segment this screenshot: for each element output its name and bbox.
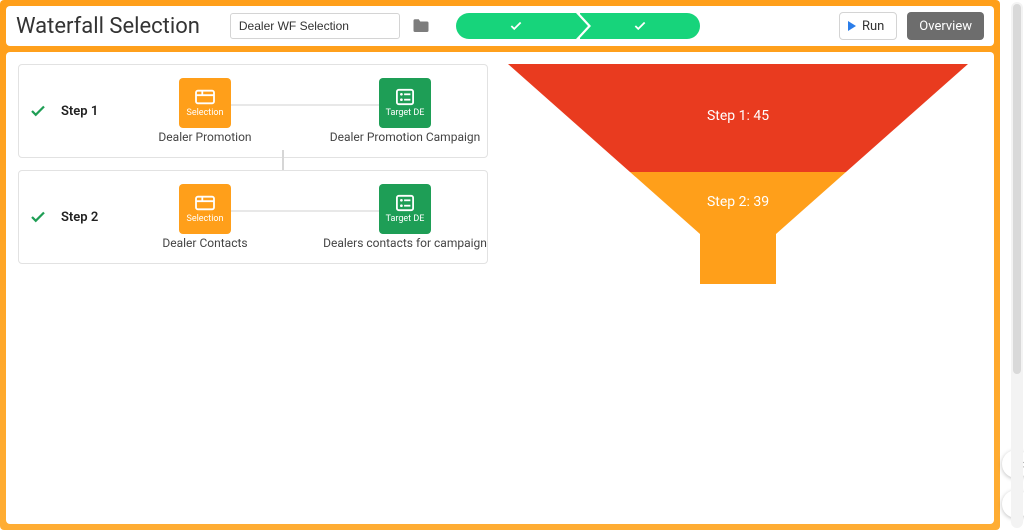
selection-node[interactable]: Selection Dealer Contacts: [135, 184, 275, 250]
content-panel: Step 1 Selection Dealer Promotion: [6, 52, 994, 524]
progress-step-2[interactable]: [580, 13, 700, 39]
folder-icon-button[interactable]: [410, 15, 432, 37]
funnel-segment-2: [630, 172, 846, 284]
step-label: Step 1: [61, 104, 121, 119]
target-de-node[interactable]: Target DE Dealers contacts for campaign: [335, 184, 475, 250]
target-de-icon: [394, 88, 416, 106]
funnel-label-1: Step 1: 45: [707, 108, 769, 124]
play-icon: [848, 21, 856, 31]
check-icon: [509, 19, 523, 33]
selection-name: Dealer Promotion: [158, 130, 251, 144]
target-de-tag: Target DE: [386, 214, 425, 224]
selection-tag: Selection: [186, 108, 223, 118]
check-icon: [29, 208, 47, 226]
target-de-tag: Target DE: [386, 108, 425, 118]
folder-icon: [412, 18, 430, 34]
step-card-1[interactable]: Step 1 Selection Dealer Promotion: [18, 64, 488, 158]
check-icon: [633, 19, 647, 33]
funnel-chart: Step 1: 45 Step 2: 39: [508, 64, 982, 512]
check-icon: [29, 102, 47, 120]
target-de-name: Dealer Promotion Campaign: [330, 130, 481, 144]
page-title: Waterfall Selection: [16, 14, 200, 39]
steps-column: Step 1 Selection Dealer Promotion: [18, 64, 488, 512]
vertical-scrollbar[interactable]: [1011, 2, 1023, 528]
funnel-label-2: Step 2: 39: [707, 194, 769, 210]
step-nodes: Selection Dealer Promotion Target DE: [135, 78, 475, 144]
scrollbar-thumb[interactable]: [1013, 4, 1021, 374]
step-nodes: Selection Dealer Contacts Target DE: [135, 184, 475, 250]
run-button[interactable]: Run: [839, 12, 897, 40]
run-label: Run: [862, 19, 884, 34]
step-connector: [18, 158, 488, 170]
target-de-icon: [394, 194, 416, 212]
step-label: Step 2: [61, 210, 121, 225]
progress-step-1[interactable]: [456, 13, 576, 39]
step-card-2[interactable]: Step 2 Selection Dealer Contacts: [18, 170, 488, 264]
selection-icon: [194, 88, 216, 106]
selection-name: Dealer Contacts: [162, 236, 247, 250]
funnel-svg: Step 1: 45 Step 2: 39: [508, 64, 968, 294]
target-de-node[interactable]: Target DE Dealer Promotion Campaign: [335, 78, 475, 144]
selection-node[interactable]: Selection Dealer Promotion: [135, 78, 275, 144]
selection-icon: [194, 194, 216, 212]
overview-label: Overview: [919, 19, 972, 34]
target-de-name: Dealers contacts for campaign: [323, 236, 487, 250]
progress-steps: [456, 13, 700, 39]
selection-name-input[interactable]: [230, 13, 400, 39]
header-bar: Waterfall Selection Run Overview: [6, 6, 994, 46]
selection-tag: Selection: [186, 214, 223, 224]
overview-button[interactable]: Overview: [907, 12, 984, 40]
